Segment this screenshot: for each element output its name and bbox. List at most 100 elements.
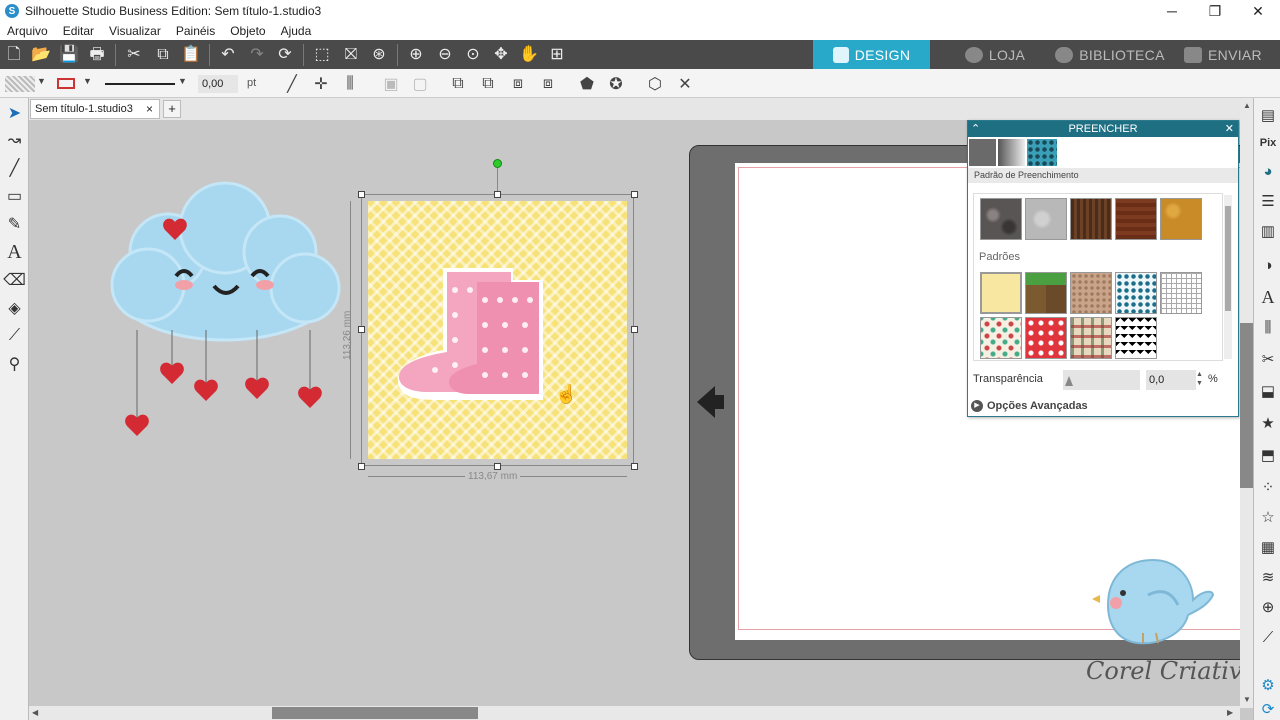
pattern-yellow-chevron[interactable]: [980, 272, 1022, 314]
eraser-2-icon[interactable]: ◈: [3, 296, 26, 320]
rotate-handle[interactable]: [493, 159, 502, 168]
chevron-down-icon[interactable]: ▼: [37, 76, 46, 86]
pattern-blue-dots[interactable]: [1115, 272, 1157, 314]
tab-loja[interactable]: LOJA: [945, 40, 1045, 69]
star-outline-icon[interactable]: ☆: [1257, 506, 1279, 528]
arrow-left-icon[interactable]: [697, 386, 715, 418]
menu-editar[interactable]: Editar: [63, 24, 94, 38]
send-backward-icon[interactable]: ⧈: [538, 74, 558, 94]
solid-fill-tab[interactable]: [969, 139, 996, 166]
menu-ajuda[interactable]: Ajuda: [281, 24, 312, 38]
restore-button[interactable]: ❐: [1193, 0, 1237, 22]
pattern-grass-block[interactable]: [1025, 272, 1067, 314]
redraw-icon[interactable]: ⟳: [275, 45, 295, 65]
weld-icon[interactable]: ⬟: [577, 74, 597, 94]
menu-visualizar[interactable]: Visualizar: [109, 24, 161, 38]
close-tab-icon[interactable]: ×: [146, 102, 153, 116]
menu-objeto[interactable]: Objeto: [230, 24, 265, 38]
resize-handle[interactable]: [494, 191, 501, 198]
resize-handle[interactable]: [631, 326, 638, 333]
pan-hand-icon[interactable]: ✋: [519, 45, 539, 65]
line-tool-icon[interactable]: ╱: [282, 74, 302, 94]
contrast-icon[interactable]: ◑: [1257, 254, 1279, 276]
pattern-grid[interactable]: [1160, 272, 1202, 314]
line-draw-icon[interactable]: ╱: [3, 156, 26, 180]
eyedropper-icon[interactable]: ⚲: [3, 352, 26, 376]
rectangle-icon[interactable]: ▭: [3, 184, 26, 208]
chevron-down-icon[interactable]: ▼: [83, 76, 92, 86]
gradient-icon[interactable]: ▥: [1257, 220, 1279, 242]
fit-page-icon[interactable]: ⊞: [547, 45, 567, 65]
layers-icon[interactable]: ▦: [1257, 536, 1279, 558]
close-icon[interactable]: ✕: [675, 74, 695, 94]
texture-cork[interactable]: [1160, 198, 1202, 240]
replicate-icon[interactable]: ✂: [1257, 348, 1279, 370]
pencil-icon[interactable]: ✎: [3, 212, 26, 236]
redo-icon[interactable]: ↷: [247, 45, 267, 65]
tab-biblioteca[interactable]: BIBLIOTECA: [1050, 40, 1170, 69]
star-shape-icon[interactable]: ✪: [606, 74, 626, 94]
line-style-preview[interactable]: [105, 83, 175, 85]
sketch-icon[interactable]: ≋: [1257, 566, 1279, 588]
scroll-down-icon[interactable]: ▼: [1243, 695, 1251, 704]
texture-concrete[interactable]: [1025, 198, 1067, 240]
resize-handle[interactable]: [494, 463, 501, 470]
line-color-swatch[interactable]: [57, 78, 75, 89]
bring-front-icon[interactable]: ⧉: [448, 74, 468, 94]
knife-icon[interactable]: ⟋: [3, 324, 26, 348]
add-tab-button[interactable]: +: [163, 100, 181, 118]
text-tool-icon[interactable]: A: [3, 240, 26, 264]
texture-slate[interactable]: [980, 198, 1022, 240]
close-window-button[interactable]: ✕: [1236, 0, 1280, 22]
modify-icon[interactable]: ⬓: [1257, 380, 1279, 402]
fill-pattern-swatch[interactable]: [5, 76, 35, 92]
open-folder-icon[interactable]: 📂: [31, 45, 51, 65]
save-icon[interactable]: 💾: [59, 45, 79, 65]
copy-icon[interactable]: ⧉: [153, 45, 173, 65]
pattern-burlap[interactable]: [1070, 272, 1112, 314]
resize-handle[interactable]: [631, 463, 638, 470]
resize-handle[interactable]: [358, 326, 365, 333]
horizontal-scrollbar[interactable]: ◀ ▶: [29, 706, 1240, 720]
text-style-icon[interactable]: A: [1257, 286, 1279, 308]
slider-thumb[interactable]: [1065, 376, 1073, 386]
move-arrows-icon[interactable]: ✛: [311, 74, 331, 94]
new-file-icon[interactable]: 🗋: [4, 45, 24, 65]
resize-handle[interactable]: [358, 463, 365, 470]
vertical-scroll-thumb[interactable]: [1240, 323, 1253, 488]
close-panel-icon[interactable]: ✕: [1225, 121, 1234, 137]
cloud-design[interactable]: [100, 180, 350, 440]
tab-design[interactable]: DESIGN: [813, 40, 930, 69]
transform-icon[interactable]: ⫼: [1257, 316, 1279, 338]
pattern-strawberry[interactable]: [1025, 317, 1067, 359]
menu-paineis[interactable]: Painéis: [176, 24, 215, 38]
transparency-slider[interactable]: [1063, 370, 1140, 390]
minimize-button[interactable]: ─: [1150, 0, 1194, 22]
resize-handle[interactable]: [358, 191, 365, 198]
chevron-down-icon[interactable]: ▼: [178, 76, 187, 86]
collapse-icon[interactable]: ⌃: [971, 121, 980, 137]
paste-icon[interactable]: 📋: [181, 45, 201, 65]
select-by-color-icon[interactable]: ⊛: [369, 45, 389, 65]
dots-icon[interactable]: ⁘: [1257, 476, 1279, 498]
eraser-icon[interactable]: ⌫: [3, 268, 26, 292]
trace-icon[interactable]: ⬒: [1257, 444, 1279, 466]
edit-points-icon[interactable]: ↝: [3, 128, 26, 152]
pattern-fill-tab[interactable]: [1027, 139, 1057, 166]
texture-wood-red[interactable]: [1115, 198, 1157, 240]
pattern-scroll-thumb[interactable]: [1225, 206, 1231, 311]
zoom-in-icon[interactable]: ⊕: [406, 45, 426, 65]
deselect-icon[interactable]: ⛝: [341, 45, 361, 65]
gradient-fill-tab[interactable]: [998, 139, 1025, 166]
spinner-arrows-icon[interactable]: ▲ ▼: [1196, 370, 1203, 388]
star-icon[interactable]: ★: [1257, 412, 1279, 434]
document-tab[interactable]: Sem título-1.studio3 ×: [30, 99, 160, 119]
cut-icon[interactable]: ✂: [124, 45, 144, 65]
settings-gear-icon[interactable]: ⚙: [1257, 674, 1279, 696]
group-icon[interactable]: ▣: [381, 74, 401, 94]
globe-icon[interactable]: ⊕: [1257, 596, 1279, 618]
tab-enviar[interactable]: ENVIAR: [1178, 40, 1268, 69]
texture-wood-dark[interactable]: [1070, 198, 1112, 240]
align-icon[interactable]: ⫼: [340, 74, 360, 94]
scroll-right-icon[interactable]: ▶: [1227, 708, 1233, 717]
